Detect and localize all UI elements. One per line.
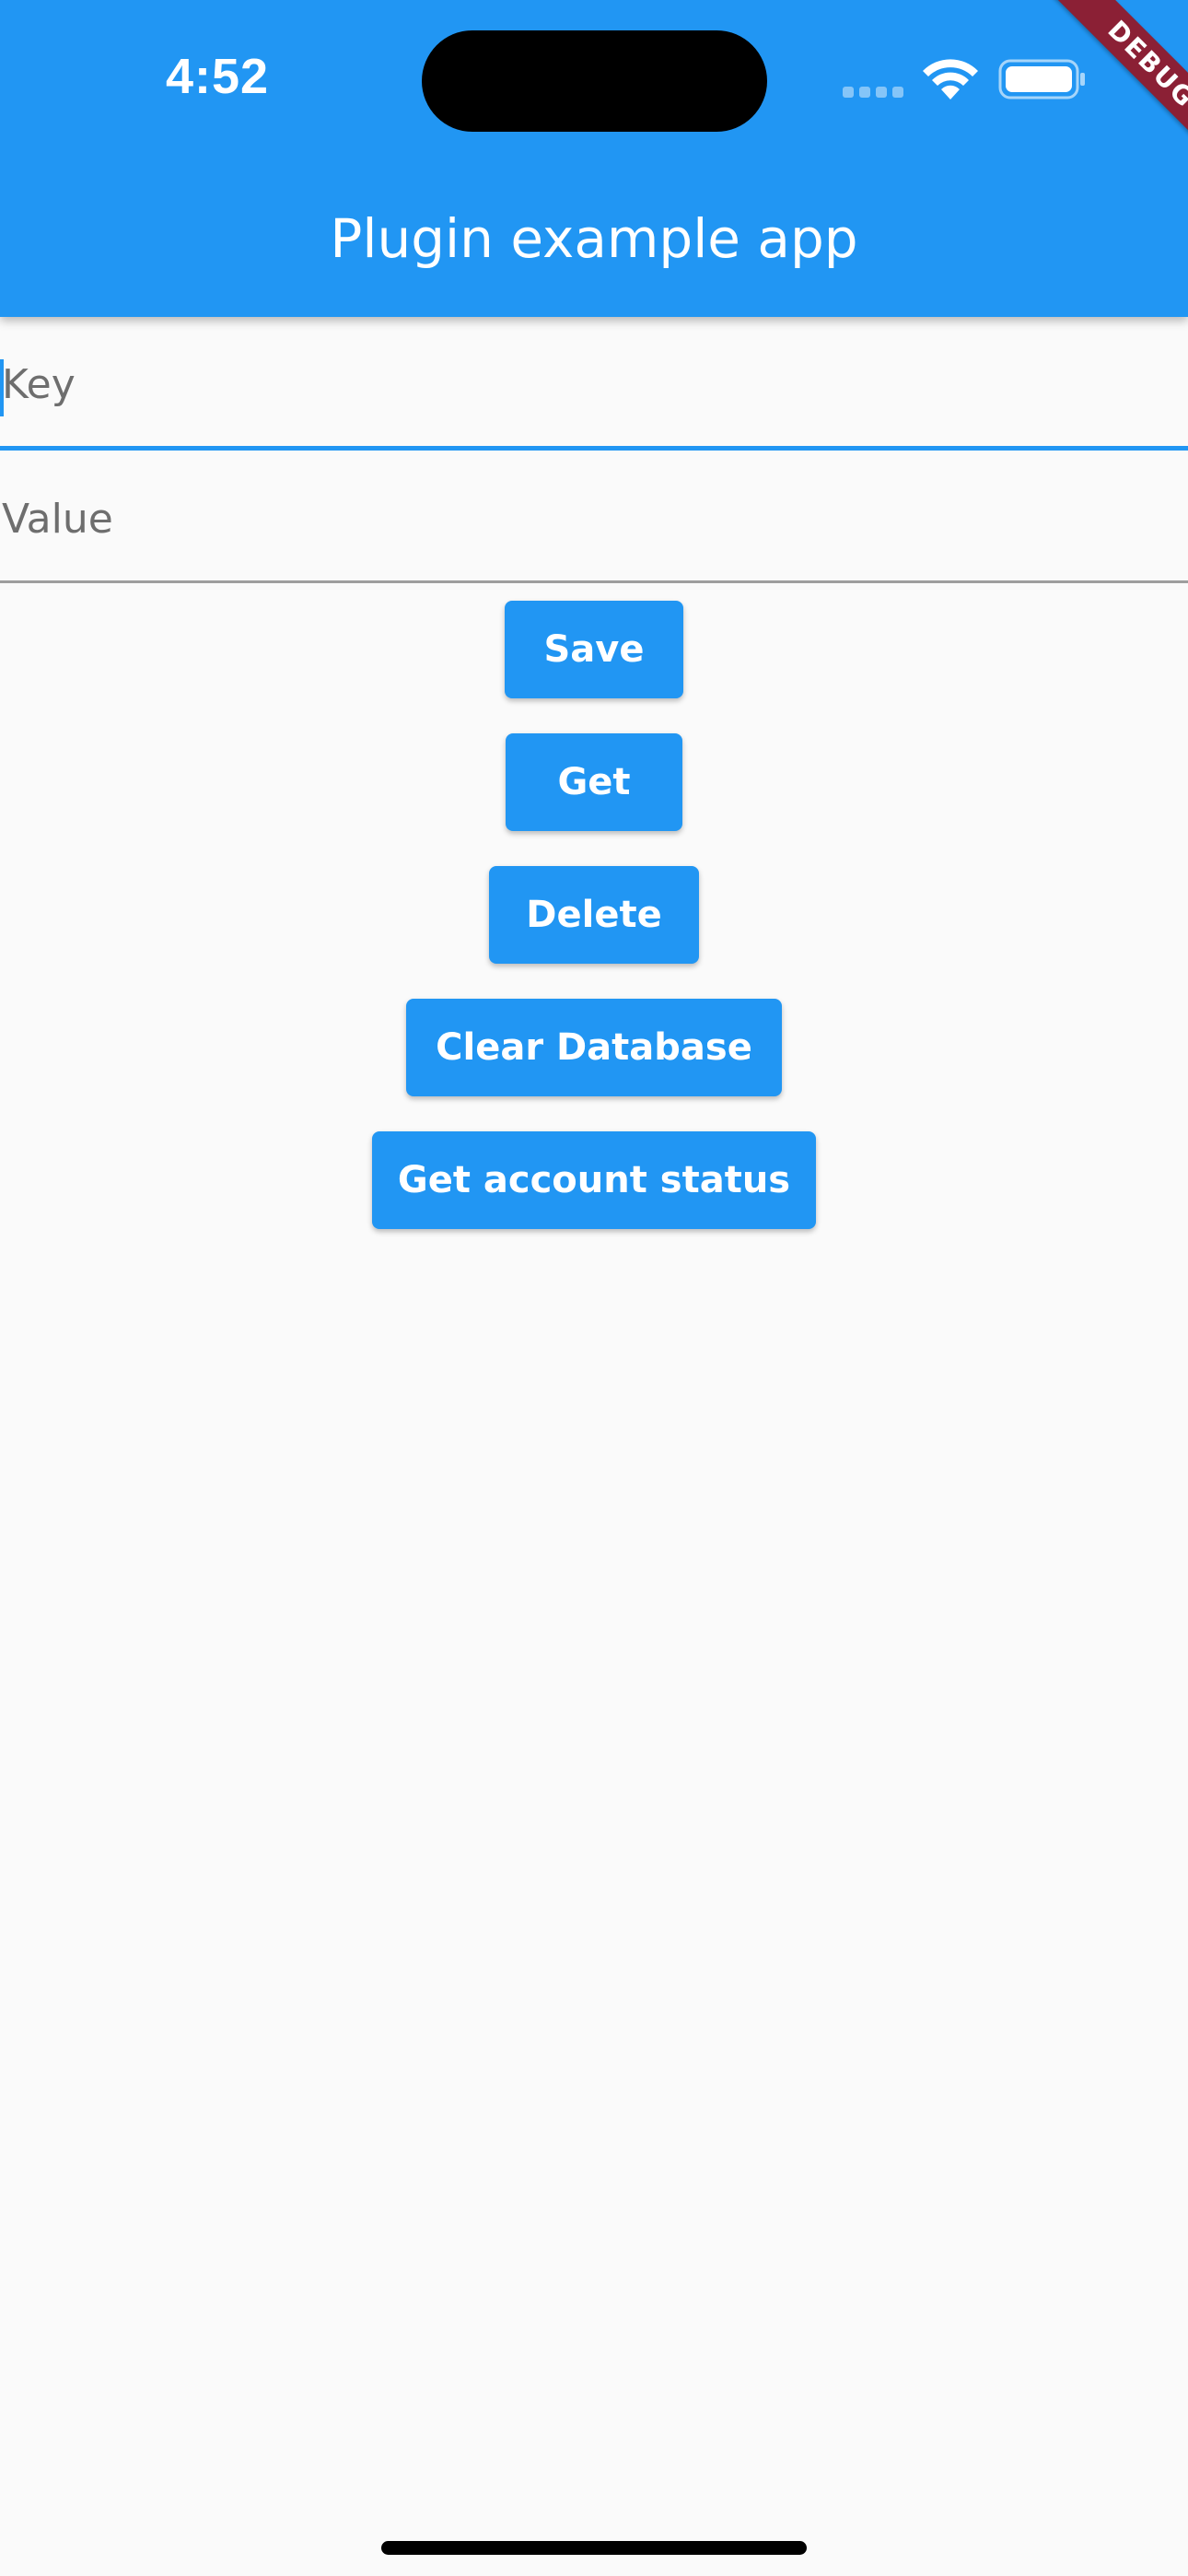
- signal-icon: [843, 87, 903, 98]
- wifi-icon: [923, 59, 978, 100]
- debug-banner: DEBUG: [1022, 0, 1188, 166]
- get-button[interactable]: Get: [506, 733, 682, 831]
- clear-database-button[interactable]: Clear Database: [406, 999, 782, 1096]
- key-placeholder: Key: [2, 361, 76, 408]
- home-indicator[interactable]: [381, 2541, 807, 2555]
- app-bar: 4:52 Plugin example app: [0, 0, 1188, 317]
- page-title: Plugin example app: [330, 207, 858, 270]
- save-button[interactable]: Save: [505, 601, 683, 698]
- dynamic-island: [422, 30, 767, 132]
- delete-button[interactable]: Delete: [489, 866, 699, 964]
- value-placeholder: Value: [2, 496, 113, 543]
- get-account-status-button[interactable]: Get account status: [372, 1131, 816, 1229]
- status-time: 4:52: [166, 49, 270, 104]
- key-field-underline: [0, 446, 1188, 451]
- value-field[interactable]: Value: [0, 451, 1188, 583]
- debug-banner-label: DEBUG: [1052, 0, 1188, 164]
- value-field-underline: [0, 580, 1188, 583]
- key-field[interactable]: Key: [0, 317, 1188, 451]
